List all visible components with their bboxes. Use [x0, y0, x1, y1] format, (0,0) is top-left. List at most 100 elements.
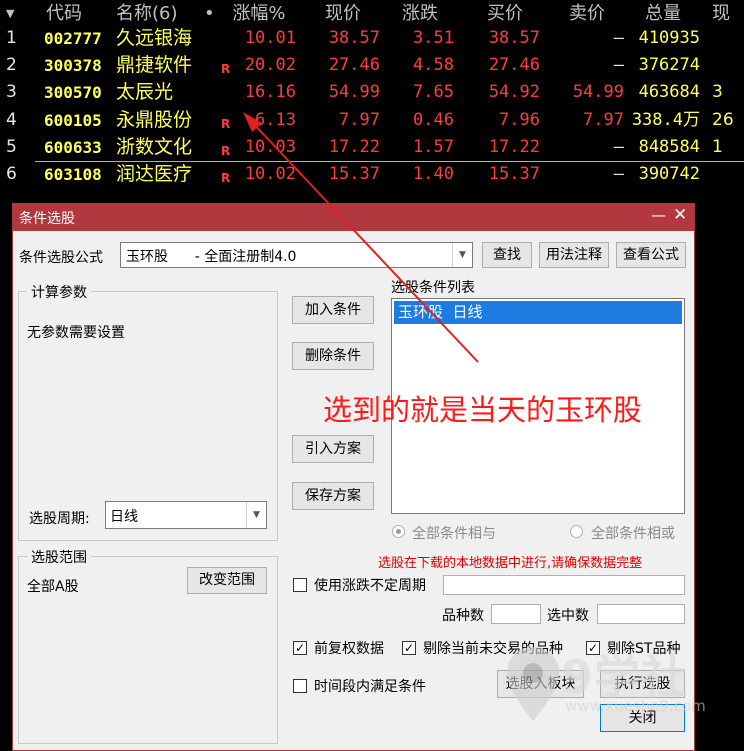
header-code[interactable]: 代码	[46, 0, 82, 27]
usage-notes-button[interactable]: 用法注释	[539, 242, 609, 268]
dialog-titlebar[interactable]: 条件选股 — ✕	[13, 204, 694, 231]
row-bid: 27.46	[488, 55, 540, 75]
table-row[interactable]: 6 603108 润达医疗 R 10.02 15.37 1.40 15.37 —…	[0, 161, 744, 188]
annotation-text: 选到的就是当天的玉环股	[323, 393, 643, 427]
row-ask: 7.97	[583, 110, 624, 130]
minimize-icon[interactable]: —	[651, 206, 666, 224]
row-code: 300378	[44, 56, 102, 75]
header-name[interactable]: 名称(6)	[116, 0, 178, 27]
row-pct: 6.13	[255, 110, 296, 130]
uncertain-period-checkbox[interactable]	[293, 578, 307, 592]
row-index: 4	[6, 110, 17, 130]
add-condition-button[interactable]: 加入条件	[292, 296, 374, 324]
formula-select-value: 玉环股 - 全面注册制4.0	[126, 249, 297, 265]
header-volume[interactable]: 总量	[626, 0, 700, 27]
watermark-url: www.xueshe9.com	[565, 697, 706, 715]
row-extra: 3	[712, 82, 723, 102]
save-plan-button[interactable]: 保存方案	[292, 482, 374, 510]
chevron-down-icon[interactable]: ▼	[246, 502, 266, 528]
row-code: 603108	[44, 165, 102, 184]
radio-and[interactable]	[392, 525, 405, 538]
row-change: 7.65	[413, 82, 454, 102]
pre-adjust-checkbox[interactable]: ✓	[293, 641, 307, 655]
header-extra[interactable]: 现	[712, 0, 730, 27]
formula-select[interactable]: 玉环股 - 全面注册制4.0 ▼	[120, 242, 473, 268]
table-row[interactable]: 5 600633 浙数文化 R 10.03 17.22 1.57 17.22 —…	[0, 134, 744, 161]
row-volume: 338.4万	[631, 110, 700, 130]
row-volume: 848584	[638, 137, 700, 157]
location-pin-icon	[507, 647, 559, 721]
row-name: 永鼎股份	[116, 109, 193, 131]
row-change: 3.51	[413, 28, 454, 48]
exclude-untraded-checkbox[interactable]: ✓	[402, 641, 416, 655]
change-range-button[interactable]: 改变范围	[187, 567, 267, 594]
header-bid[interactable]: 买价	[470, 0, 540, 27]
row-pct: 16.16	[244, 82, 296, 102]
params-group-title: 计算参数	[27, 282, 91, 302]
row-pct: 10.03	[244, 137, 296, 157]
row-price: 54.99	[328, 82, 380, 102]
watermark: 9学社 www.xueshe9.com	[505, 641, 735, 731]
header-change[interactable]: 涨跌	[386, 0, 454, 27]
table-row[interactable]: 4 600105 永鼎股份 R 6.13 7.97 0.46 7.96 7.97…	[0, 107, 744, 134]
period-label: 选股周期:	[29, 511, 90, 527]
row-change: 1.40	[413, 164, 454, 184]
time-period-label: 时间段内满足条件	[314, 679, 426, 695]
formula-label: 条件选股公式	[19, 250, 103, 266]
row-volume: 463684	[638, 82, 700, 102]
chevron-down-icon[interactable]: ▼	[452, 243, 472, 267]
row-name: 润达医疗	[116, 163, 193, 185]
find-button[interactable]: 查找	[482, 242, 532, 268]
row-name: 鼎捷软件	[116, 54, 193, 76]
row-pct: 10.01	[244, 28, 296, 48]
table-header: ▼ 代码 名称(6) • 涨幅% 现价 涨跌 买价 卖价 总量 现	[0, 0, 744, 27]
period-select[interactable]: 日线 ▼	[105, 501, 267, 529]
time-period-checkbox[interactable]	[293, 679, 307, 693]
delete-condition-button[interactable]: 删除条件	[292, 342, 374, 370]
row-change: 0.46	[413, 110, 454, 130]
row-code: 300570	[44, 83, 102, 102]
uncertain-period-label: 使用涨跌不定周期	[314, 578, 426, 594]
dialog-title: 条件选股	[19, 211, 75, 227]
pre-adjust-label: 前复权数据	[314, 641, 384, 657]
count-label: 品种数	[442, 608, 484, 624]
row-bid: 38.57	[488, 28, 540, 48]
list-item[interactable]: 玉环股 日线	[394, 301, 682, 324]
row-name: 久远银海	[116, 27, 193, 49]
header-pct[interactable]: 涨幅%	[222, 0, 296, 27]
table-row[interactable]: 1 002777 久远银海 10.01 38.57 3.51 38.57 — 4…	[0, 25, 744, 52]
row-name: 浙数文化	[116, 136, 193, 158]
row-index: 5	[6, 137, 17, 157]
warning-text: 选股在下载的本地数据中进行,请确保数据完整	[378, 556, 643, 571]
close-icon[interactable]: ✕	[673, 205, 687, 225]
period-select-value: 日线	[110, 509, 138, 525]
row-change: 1.57	[413, 137, 454, 157]
row-index: 6	[6, 164, 17, 184]
sort-arrow-icon[interactable]: ▼	[6, 0, 14, 27]
row-code: 600105	[44, 111, 102, 130]
import-plan-button[interactable]: 引入方案	[292, 435, 374, 463]
table-row[interactable]: 2 300378 鼎捷软件 R 20.02 27.46 4.58 27.46 —…	[0, 52, 744, 79]
selection-underline	[35, 161, 744, 162]
view-formula-button[interactable]: 查看公式	[616, 242, 686, 268]
row-ask: —	[613, 28, 624, 48]
row-index: 3	[6, 82, 17, 102]
row-pct: 10.02	[244, 164, 296, 184]
row-change: 4.58	[413, 55, 454, 75]
row-extra: 26	[712, 110, 734, 130]
header-price[interactable]: 现价	[306, 0, 380, 27]
row-bid: 15.37	[488, 164, 540, 184]
row-volume: 376274	[638, 55, 700, 75]
table-row[interactable]: 3 300570 太辰光 16.16 54.99 7.65 54.92 54.9…	[0, 79, 744, 106]
row-price: 38.57	[328, 28, 380, 48]
radio-or[interactable]	[570, 525, 583, 538]
row-price: 27.46	[328, 55, 380, 75]
row-pct: 20.02	[244, 55, 296, 75]
stock-quote-table: ▼ 代码 名称(6) • 涨幅% 现价 涨跌 买价 卖价 总量 现 1 0027…	[0, 0, 744, 200]
row-index: 1	[6, 28, 17, 48]
radio-and-label: 全部条件相与	[412, 526, 496, 542]
row-ask: —	[613, 164, 624, 184]
selected-field	[597, 604, 685, 624]
period-input[interactable]	[443, 575, 685, 595]
header-ask[interactable]: 卖价	[550, 0, 624, 27]
